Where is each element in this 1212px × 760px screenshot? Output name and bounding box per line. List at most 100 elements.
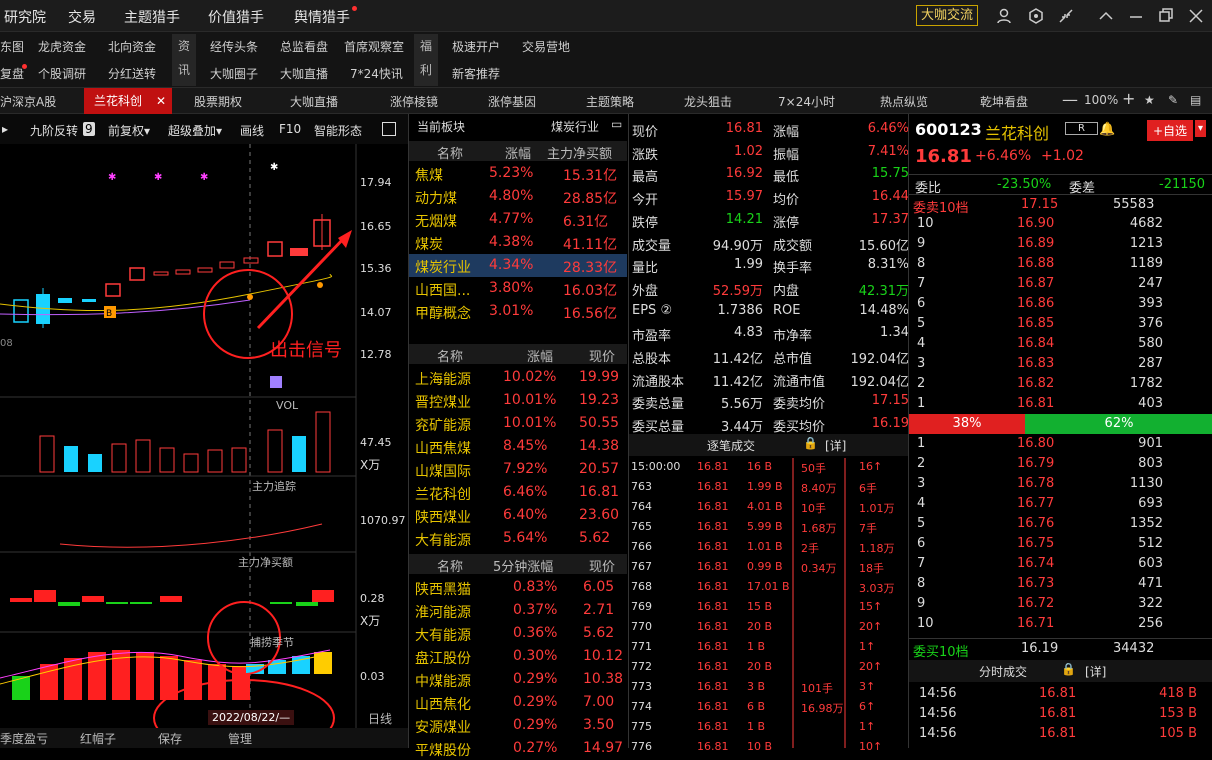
bid-level[interactable]: 7 16.74 603 [909, 554, 1212, 574]
stock-row[interactable]: 兰花科创 6.46% 16.81 [409, 481, 627, 504]
stock-row[interactable]: 山西焦煤 8.45% 14.38 [409, 435, 627, 458]
link-chief-room[interactable]: 首席观察室 [344, 38, 404, 55]
bid-level[interactable]: 8 16.73 471 [909, 574, 1212, 594]
tab-leader-snipe[interactable]: 龙头狙击 [684, 93, 732, 110]
stock-row[interactable]: 山煤国际 7.92% 20.57 [409, 458, 627, 481]
link-24h-news[interactable]: 7*24快讯 [350, 65, 403, 82]
link-research-visit[interactable]: 个股调研 [38, 65, 86, 82]
sector-row[interactable]: 动力煤 4.80% 28.85亿 [409, 185, 627, 208]
tab-24h[interactable]: 7×24小时 [778, 93, 835, 110]
link-longhu[interactable]: 龙虎资金 [38, 38, 86, 55]
ask-level[interactable]: 3 16.83 287 [909, 354, 1212, 374]
link-expert-live[interactable]: 大咖直播 [280, 65, 328, 82]
fast-rise-row[interactable]: 平煤股份 0.27% 14.97 [409, 737, 627, 760]
fast-rise-row[interactable]: 淮河能源 0.37% 2.71 [409, 599, 627, 622]
link-trade-camp[interactable]: 交易营地 [522, 38, 570, 55]
draw-line-tool[interactable]: 画线 [240, 122, 264, 139]
tab-ashares[interactable]: 沪深京A股 [0, 93, 56, 110]
overlay-dropdown[interactable]: 超级叠加▾ [168, 122, 222, 139]
sector-row[interactable]: 甲醇概念 3.01% 16.56亿 [409, 300, 627, 323]
tab-expert-live[interactable]: 大咖直播 [290, 93, 338, 110]
sector-row[interactable]: 山西国... 3.80% 16.03亿 [409, 277, 627, 300]
tab-lanhua-active[interactable]: 兰花科创 ✕ [84, 88, 172, 114]
ask-level[interactable]: 6 16.86 393 [909, 294, 1212, 314]
tab-quarter-pl[interactable]: 季度盈亏 [0, 730, 48, 747]
bell-icon[interactable]: 🔔 [1099, 122, 1115, 137]
ask-level[interactable]: 2 16.82 1782 [909, 374, 1212, 394]
tab-limit-gene[interactable]: 涨停基因 [488, 93, 536, 110]
fast-rise-row[interactable]: 陕西黑猫 0.83% 6.05 [409, 576, 627, 599]
close-icon[interactable] [1188, 8, 1204, 24]
tab-options[interactable]: 股票期权 [194, 93, 242, 110]
pen-icon[interactable]: ✎ [1168, 93, 1178, 107]
smart-pattern-tool[interactable]: 智能形态 [314, 122, 362, 139]
fast-rise-row[interactable]: 中煤能源 0.29% 10.38 [409, 668, 627, 691]
bid-level[interactable]: 1 16.80 901 [909, 434, 1212, 454]
layout-icon[interactable]: ▤ [1190, 93, 1201, 107]
fast-rise-row[interactable]: 盘江股份 0.30% 10.12 [409, 645, 627, 668]
add-watchlist-button[interactable]: +自选 [1147, 120, 1194, 141]
link-director-view[interactable]: 总监看盘 [280, 38, 328, 55]
kline-chart[interactable]: ✱ ✱ ✱ ✱ B 17.94 16.65 15.36 14.07 12.78 … [0, 144, 408, 748]
ask-level[interactable]: 9 16.89 1213 [909, 234, 1212, 254]
user-icon[interactable] [996, 8, 1012, 24]
link-northbound[interactable]: 北向资金 [108, 38, 156, 55]
stock-row[interactable]: 大有能源 5.64% 5.62 [409, 527, 627, 550]
ask-level[interactable]: 8 16.88 1189 [909, 254, 1212, 274]
nav-sentiment-hunter[interactable]: 舆情猎手 [294, 7, 350, 27]
ask-level[interactable]: 10 16.90 4682 [909, 214, 1212, 234]
stock-row[interactable]: 兖矿能源 10.01% 50.55 [409, 412, 627, 435]
f10-button[interactable]: F10 [279, 122, 301, 136]
ask-level[interactable]: 4 16.84 580 [909, 334, 1212, 354]
tab-hotspot[interactable]: 热点纵览 [880, 93, 928, 110]
sector-row[interactable]: 煤炭行业 4.34% 28.33亿 [409, 254, 627, 277]
shrink-icon[interactable] [1058, 8, 1074, 24]
adjust-dropdown[interactable]: 前复权▾ [108, 122, 150, 139]
stock-row[interactable]: 晋控煤业 10.01% 19.23 [409, 389, 627, 412]
tab-limit-prism[interactable]: 涨停棱镜 [390, 93, 438, 110]
tab-save[interactable]: 保存 [158, 730, 182, 747]
panel-toggle-icon[interactable] [382, 122, 396, 136]
link-open-account[interactable]: 极速开户 [452, 38, 500, 55]
ask-level[interactable]: 5 16.85 376 [909, 314, 1212, 334]
fast-rise-row[interactable]: 大有能源 0.36% 5.62 [409, 622, 627, 645]
link-headlines[interactable]: 经传头条 [210, 38, 258, 55]
minimize-icon[interactable] [1128, 8, 1144, 24]
fast-rise-row[interactable]: 安源煤业 0.29% 3.50 [409, 714, 627, 737]
sector-row[interactable]: 无烟煤 4.77% 6.31亿 [409, 208, 627, 231]
zoom-in-button[interactable]: + [1122, 89, 1135, 108]
bid-level[interactable]: 3 16.78 1130 [909, 474, 1212, 494]
nav-theme-hunter[interactable]: 主题猎手 [124, 7, 180, 27]
bid-level[interactable]: 9 16.72 322 [909, 594, 1212, 614]
bid-level[interactable]: 6 16.75 512 [909, 534, 1212, 554]
sector-row[interactable]: 煤炭 4.38% 41.11亿 [409, 231, 627, 254]
restore-icon[interactable] [1158, 7, 1174, 23]
intraday-detail-link[interactable]: [详] [1085, 663, 1106, 680]
nine-reversal-tool[interactable]: 九阶反转 [30, 122, 78, 139]
link-tu[interactable]: 东图 [0, 38, 24, 55]
chevron-up-icon[interactable] [1098, 8, 1114, 24]
expert-chat-button[interactable]: 大咖交流 [916, 5, 979, 26]
fast-rise-row[interactable]: 山西焦化 0.29% 7.00 [409, 691, 627, 714]
tab-qiankun[interactable]: 乾坤看盘 [980, 93, 1028, 110]
stock-row[interactable]: 陕西煤业 6.40% 23.60 [409, 504, 627, 527]
stock-row[interactable]: 上海能源 10.02% 19.99 [409, 366, 627, 389]
bid-level[interactable]: 4 16.77 693 [909, 494, 1212, 514]
ask-level[interactable]: 7 16.87 247 [909, 274, 1212, 294]
ask-level[interactable]: 1 16.81 403 [909, 394, 1212, 414]
bid-level[interactable]: 10 16.71 256 [909, 614, 1212, 634]
period-daily[interactable]: 日线 [368, 710, 392, 727]
nav-value-hunter[interactable]: 价值猎手 [208, 7, 264, 27]
link-dividend[interactable]: 分红送转 [108, 65, 156, 82]
settings-hex-icon[interactable] [1028, 8, 1044, 24]
link-new-customer[interactable]: 新客推荐 [452, 65, 500, 82]
add-dropdown-button[interactable]: ▾ [1195, 120, 1207, 137]
nav-research[interactable]: 研究院 [4, 7, 46, 27]
back-arrow[interactable]: ▸ [2, 122, 8, 136]
bid-level[interactable]: 2 16.79 803 [909, 454, 1212, 474]
link-review[interactable]: 复盘 [0, 65, 24, 82]
link-expert-circle[interactable]: 大咖圈子 [210, 65, 258, 82]
nav-trade[interactable]: 交易 [68, 7, 96, 27]
sector-row[interactable]: 焦煤 5.23% 15.31亿 [409, 162, 627, 185]
zoom-out-button[interactable]: — [1062, 90, 1078, 109]
